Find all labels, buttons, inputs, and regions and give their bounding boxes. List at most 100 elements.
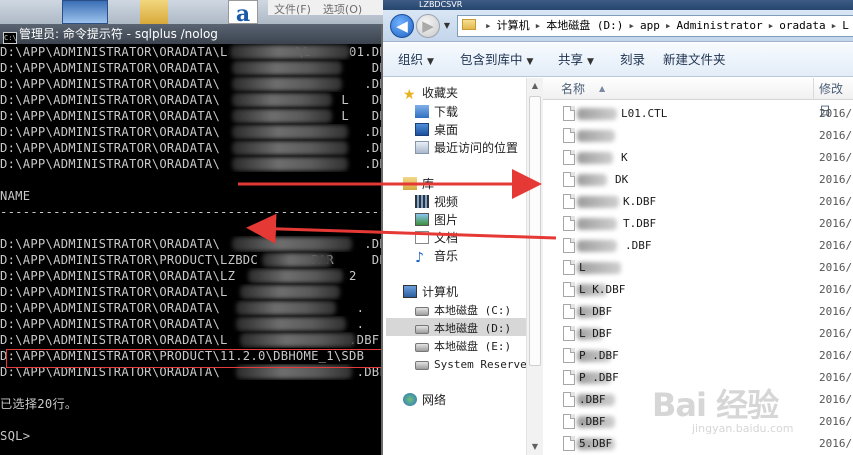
history-dropdown-icon[interactable]: ▼ [441, 16, 453, 36]
toolbar-button[interactable]: 新建文件夹 [663, 43, 726, 77]
breadcrumb-item[interactable]: app [640, 19, 660, 32]
file-row[interactable]: L DBF 2016/ [543, 323, 853, 345]
file-row[interactable]: L K.DBF 2016/ [543, 279, 853, 301]
nav-desktop[interactable]: 桌面 [415, 121, 458, 139]
console-line: D:\APP\ADMINISTRATOR\ORADATA\ . [0, 300, 381, 316]
redaction-blur [232, 141, 348, 155]
breadcrumb-separator-icon[interactable]: ▸ [768, 19, 775, 32]
toolbar-button[interactable]: 共享 ▼ [558, 43, 594, 79]
computer-icon [403, 285, 417, 298]
nav-videos[interactable]: 视频 [415, 193, 458, 211]
console-line: D:\APP\ADMINISTRATOR\ORADATA\ .DBF [0, 124, 381, 140]
file-name: DK [615, 173, 629, 186]
nav-recent[interactable]: 最近访问的位置 [415, 139, 518, 157]
file-icon [563, 128, 575, 143]
star-icon: ★ [403, 87, 416, 103]
file-date: 2016/ [819, 151, 853, 164]
file-row[interactable]: P .DBF 2016/ [543, 345, 853, 367]
breadcrumb-item[interactable]: oradata [779, 19, 825, 32]
file-row[interactable]: K.DBF 2016/ [543, 191, 853, 213]
file-name: P .DBF [579, 349, 619, 362]
file-name: L01.CTL [621, 107, 668, 120]
rows-selected-message: 已选择20行。 [0, 397, 78, 411]
file-icon [563, 370, 575, 385]
navigation-pane: ★ 收藏夹 下载 桌面 最近访问的位置 库 视频 图片 文档 ♪ 音乐 计算机 [383, 78, 553, 455]
back-arrow-icon[interactable]: ◀ [390, 14, 414, 38]
address-bar[interactable]: ▸ 计算机 ▸ 本地磁盘 (D:) ▸ app ▸ Administrator ▸ oradata… [457, 15, 853, 37]
breadcrumb-separator-icon[interactable]: ▸ [485, 19, 492, 32]
breadcrumb-item[interactable]: Administrator [677, 19, 763, 32]
nav-scrollbar[interactable]: ▲ ▼ [526, 78, 543, 455]
column-divider[interactable] [813, 78, 814, 100]
file-row[interactable]: 2016/ [543, 125, 853, 147]
redaction-blur [248, 269, 343, 283]
nav-music-label: 音乐 [434, 249, 459, 263]
nav-drive-e-label: 本地磁盘 (E:) [434, 340, 512, 353]
redaction-blur [236, 317, 346, 331]
file-icon [563, 348, 575, 363]
cmd-window[interactable]: C:\ 管理员: 命令提示符 - sqlplus /nolog D:\APP\AD… [0, 24, 383, 455]
file-row[interactable]: K 2016/ [543, 147, 853, 169]
nav-libraries[interactable]: 库 [403, 175, 434, 193]
breadcrumb-item[interactable]: 本地磁盘 (D:) [546, 19, 623, 32]
nav-pictures-label: 图片 [434, 213, 459, 227]
console-line: D:\APP\ADMINISTRATOR\ORADATA\L [0, 284, 381, 300]
redaction-blur [262, 253, 332, 267]
file-row[interactable]: L01.CTL 2016/ [543, 103, 853, 125]
monitor-icon[interactable] [62, 0, 108, 24]
nav-drive-e[interactable]: 本地磁盘 (E:) [415, 337, 511, 355]
file-icon [563, 414, 575, 429]
document-a-icon[interactable]: a [228, 0, 258, 24]
menu-options[interactable]: 选项(O) [323, 3, 362, 16]
forward-arrow-icon[interactable]: ▶ [416, 14, 440, 38]
scroll-up-icon[interactable]: ▲ [527, 78, 543, 94]
file-name: L [579, 261, 586, 274]
toolbar-button-label: 共享 [558, 52, 584, 67]
column-name[interactable]: 名称 [561, 78, 585, 100]
breadcrumb-item[interactable]: 计算机 [497, 19, 530, 32]
breadcrumb-separator-icon[interactable]: ▸ [665, 19, 672, 32]
nav-pictures[interactable]: 图片 [415, 211, 458, 229]
file-date: 2016/ [819, 107, 853, 120]
nav-network[interactable]: 网络 [403, 391, 446, 409]
cmd-output[interactable]: D:\APP\ADMINISTRATOR\ORADATA\L \L 01.DBF… [0, 44, 381, 444]
folder-icon[interactable] [140, 0, 168, 24]
console-line: D:\APP\ADMINISTRATOR\ORADATA\ .DBF [0, 76, 381, 92]
nav-drive-d[interactable]: 本地磁盘 (D:) [415, 319, 511, 337]
nav-downloads[interactable]: 下载 [415, 103, 458, 121]
toolbar-button[interactable]: 包含到库中 ▼ [460, 43, 533, 79]
breadcrumb-separator-icon[interactable]: ▸ [628, 19, 635, 32]
nav-computer[interactable]: 计算机 [403, 283, 458, 301]
nav-favorites[interactable]: ★ 收藏夹 [403, 84, 458, 102]
breadcrumb-separator-icon[interactable]: ▸ [535, 19, 542, 32]
nav-drive-c[interactable]: 本地磁盘 (C:) [415, 301, 511, 319]
nav-music[interactable]: ♪ 音乐 [415, 247, 458, 265]
address-row: ◀ ▶ ▼ ▸ 计算机 ▸ 本地磁盘 (D:) ▸ app ▸ Administrator ▸ o… [383, 10, 853, 42]
explorer-title: LZBDCSVR [383, 0, 853, 10]
breadcrumb-item[interactable]: L [842, 19, 849, 32]
scroll-thumb[interactable] [529, 96, 541, 366]
nav-videos-label: 视频 [434, 195, 459, 209]
file-row[interactable]: DK 2016/ [543, 169, 853, 191]
menu-file[interactable]: 文件(F) [274, 3, 311, 16]
file-row[interactable]: T.DBF 2016/ [543, 213, 853, 235]
file-icon [563, 194, 575, 209]
file-row[interactable]: L 2016/ [543, 257, 853, 279]
toolbar-button[interactable]: 组织 ▼ [398, 43, 434, 79]
background-desktop-strip: a 文件(F) 选项(O) [0, 0, 383, 24]
file-row[interactable]: L DBF 2016/ [543, 301, 853, 323]
cmd-titlebar[interactable]: C:\ 管理员: 命令提示符 - sqlplus /nolog [0, 24, 381, 44]
breadcrumb-separator-icon[interactable]: ▸ [831, 19, 838, 32]
nav-desktop-label: 桌面 [434, 123, 459, 137]
file-row[interactable]: .DBF 2016/ [543, 235, 853, 257]
nav-documents[interactable]: 文档 [415, 229, 458, 247]
file-name: P .DBF [579, 371, 619, 384]
console-line: D:\APP\ADMINISTRATOR\ORADATA\ .DBF [0, 156, 381, 172]
file-name: L K.DBF [579, 283, 626, 296]
drive-icon [415, 343, 429, 352]
drive-icon [415, 361, 429, 370]
toolbar-button[interactable]: 刻录 [620, 43, 645, 77]
redaction-blur [577, 196, 619, 208]
scroll-down-icon[interactable]: ▼ [527, 439, 543, 455]
